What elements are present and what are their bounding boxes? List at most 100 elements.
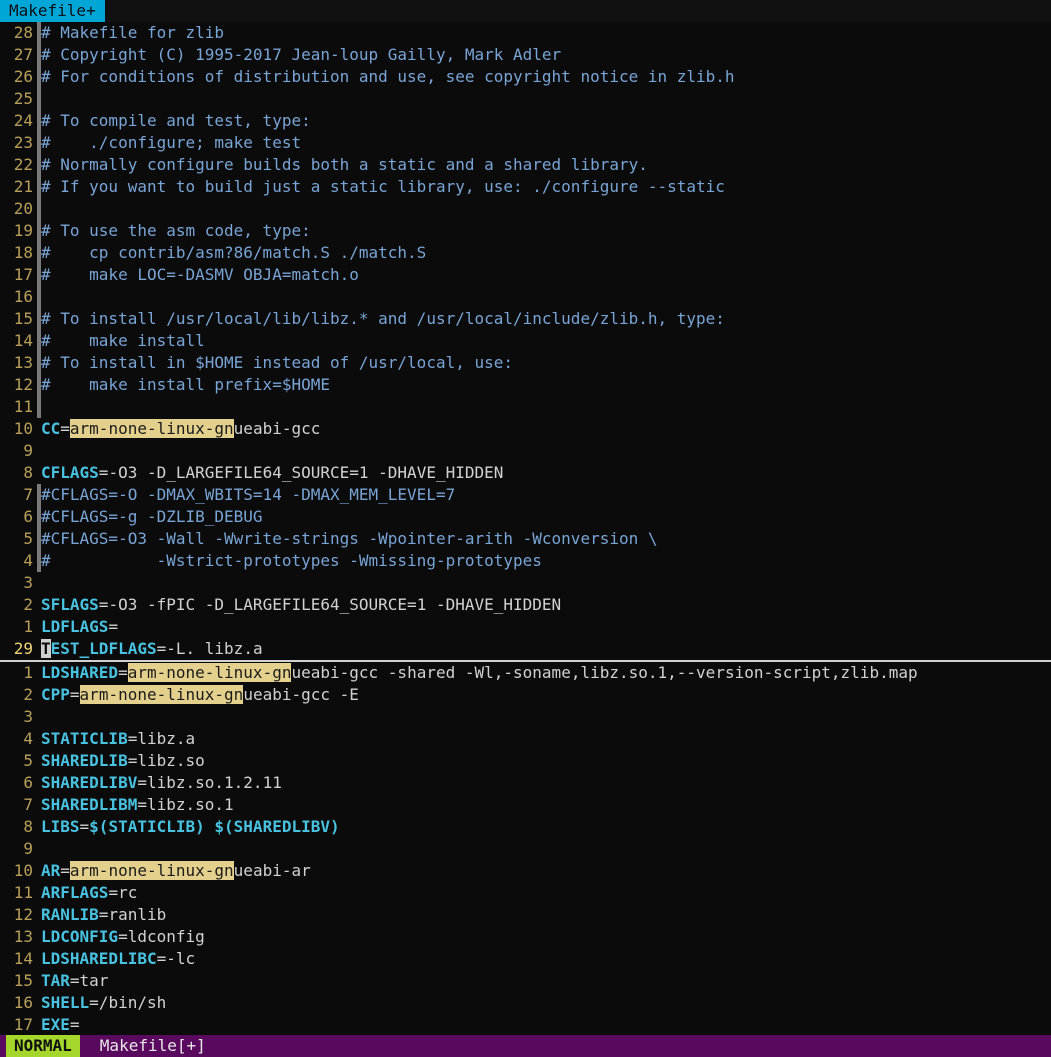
top-pane[interactable]: 28 # Makefile for zlib 27 # Copyright (C) 1… — [0, 22, 1051, 660]
line-text[interactable] — [41, 396, 1051, 418]
line-text[interactable]: #CFLAGS=-O -DMAX_WBITS=14 -DMAX_MEM_LEVE… — [41, 484, 1051, 506]
code-line[interactable]: 15 TAR=tar — [0, 970, 1051, 992]
line-text[interactable]: # To use the asm code, type: — [41, 220, 1051, 242]
editor[interactable]: 28 # Makefile for zlib 27 # Copyright (C) 1… — [0, 22, 1051, 1036]
code-line[interactable]: 1 LDSHARED=arm-none-linux-gnueabi-gcc -sh… — [0, 662, 1051, 684]
line-text[interactable]: TAR=tar — [41, 970, 1051, 992]
code-line[interactable]: 12 RANLIB=ranlib — [0, 904, 1051, 926]
line-text[interactable]: # If you want to build just a static lib… — [41, 176, 1051, 198]
code-line[interactable]: 15 # To install /usr/local/lib/libz.* and… — [0, 308, 1051, 330]
code-line[interactable]: 2 CPP=arm-none-linux-gnueabi-gcc -E — [0, 684, 1051, 706]
line-text[interactable]: STATICLIB=libz.a — [41, 728, 1051, 750]
code-line[interactable]: 13 LDCONFIG=ldconfig — [0, 926, 1051, 948]
line-text[interactable]: SHELL=/bin/sh — [41, 992, 1051, 1014]
code-line[interactable]: 16 — [0, 286, 1051, 308]
line-text[interactable]: # ./configure; make test — [41, 132, 1051, 154]
code-line[interactable]: 11 ARFLAGS=rc — [0, 882, 1051, 904]
line-text[interactable]: #CFLAGS=-O3 -Wall -Wwrite-strings -Wpoin… — [41, 528, 1051, 550]
value-text: ueabi-gcc — [233, 419, 321, 438]
code-line[interactable]: 7 SHAREDLIBM=libz.so.1 — [0, 794, 1051, 816]
code-line[interactable]: 10 CC=arm-none-linux-gnueabi-gcc — [0, 418, 1051, 440]
line-text[interactable]: # Makefile for zlib — [41, 22, 1051, 44]
line-text[interactable]: #CFLAGS=-g -DZLIB_DEBUG — [41, 506, 1051, 528]
line-text[interactable]: # To install /usr/local/lib/libz.* and /… — [41, 308, 1051, 330]
line-text[interactable]: RANLIB=ranlib — [41, 904, 1051, 926]
line-text[interactable] — [41, 88, 1051, 110]
line-text[interactable]: # make LOC=-DASMV OBJA=match.o — [41, 264, 1051, 286]
line-text[interactable]: LDFLAGS= — [41, 616, 1051, 638]
line-text[interactable]: CFLAGS=-O3 -D_LARGEFILE64_SOURCE=1 -DHAV… — [41, 462, 1051, 484]
code-line[interactable]: 11 — [0, 396, 1051, 418]
code-line[interactable]: 3 — [0, 706, 1051, 728]
line-text[interactable]: SHAREDLIBV=libz.so.1.2.11 — [41, 772, 1051, 794]
line-text[interactable]: # -Wstrict-prototypes -Wmissing-prototyp… — [41, 550, 1051, 572]
code-line[interactable]: 9 — [0, 838, 1051, 860]
code-line[interactable]: 29 TEST_LDFLAGS=-L. libz.a — [0, 638, 1051, 660]
search-highlight: arm-none-linux-gn — [69, 861, 234, 880]
line-text[interactable]: LDSHAREDLIBC=-lc — [41, 948, 1051, 970]
code-line[interactable]: 20 — [0, 198, 1051, 220]
line-text[interactable] — [41, 838, 1051, 860]
line-text[interactable]: LDCONFIG=ldconfig — [41, 926, 1051, 948]
line-text[interactable]: # For conditions of distribution and use… — [41, 66, 1051, 88]
search-highlight: arm-none-linux-gn — [127, 663, 292, 682]
line-text[interactable]: SHAREDLIBM=libz.so.1 — [41, 794, 1051, 816]
line-text[interactable]: # Normally configure builds both a stati… — [41, 154, 1051, 176]
code-line[interactable]: 25 — [0, 88, 1051, 110]
code-line[interactable]: 1 LDFLAGS= — [0, 616, 1051, 638]
line-text[interactable]: # make install prefix=$HOME — [41, 374, 1051, 396]
code-line[interactable]: 14 LDSHAREDLIBC=-lc — [0, 948, 1051, 970]
line-text[interactable]: AR=arm-none-linux-gnueabi-ar — [41, 860, 1051, 882]
code-line[interactable]: 5 SHAREDLIB=libz.so — [0, 750, 1051, 772]
line-text[interactable]: LIBS=$(STATICLIB) $(SHAREDLIBV) — [41, 816, 1051, 838]
line-text[interactable] — [41, 706, 1051, 728]
code-line[interactable]: 14 # make install — [0, 330, 1051, 352]
code-line[interactable]: 2 SFLAGS=-O3 -fPIC -D_LARGEFILE64_SOURCE=… — [0, 594, 1051, 616]
line-text[interactable]: CC=arm-none-linux-gnueabi-gcc — [41, 418, 1051, 440]
code-line[interactable]: 3 — [0, 572, 1051, 594]
code-line[interactable]: 28 # Makefile for zlib — [0, 22, 1051, 44]
code-line[interactable]: 16 SHELL=/bin/sh — [0, 992, 1051, 1014]
code-line[interactable]: 9 — [0, 440, 1051, 462]
code-line[interactable]: 6 SHAREDLIBV=libz.so.1.2.11 — [0, 772, 1051, 794]
line-text[interactable] — [41, 440, 1051, 462]
code-line[interactable]: 22 # Normally configure builds both a sta… — [0, 154, 1051, 176]
code-line[interactable]: 26 # For conditions of distribution and u… — [0, 66, 1051, 88]
line-text[interactable]: # To install in $HOME instead of /usr/lo… — [41, 352, 1051, 374]
code-line[interactable]: 4 # -Wstrict-prototypes -Wmissing-prototy… — [0, 550, 1051, 572]
code-line[interactable]: 23 # ./configure; make test — [0, 132, 1051, 154]
line-text[interactable]: # cp contrib/asm?86/match.S ./match.S — [41, 242, 1051, 264]
code-line[interactable]: 19 # To use the asm code, type: — [0, 220, 1051, 242]
tab-makefile[interactable]: Makefile+ — [0, 0, 105, 22]
line-text[interactable] — [41, 572, 1051, 594]
code-line[interactable]: 18 # cp contrib/asm?86/match.S ./match.S — [0, 242, 1051, 264]
line-number: 8 — [23, 463, 33, 482]
bottom-pane[interactable]: 1 LDSHARED=arm-none-linux-gnueabi-gcc -sh… — [0, 662, 1051, 1036]
code-line[interactable]: 27 # Copyright (C) 1995-2017 Jean-loup Ga… — [0, 44, 1051, 66]
code-line[interactable]: 10 AR=arm-none-linux-gnueabi-ar — [0, 860, 1051, 882]
code-line[interactable]: 7 #CFLAGS=-O -DMAX_WBITS=14 -DMAX_MEM_LEV… — [0, 484, 1051, 506]
line-text[interactable]: # Copyright (C) 1995-2017 Jean-loup Gail… — [41, 44, 1051, 66]
code-line[interactable]: 8 LIBS=$(STATICLIB) $(SHAREDLIBV) — [0, 816, 1051, 838]
line-text[interactable]: # To compile and test, type: — [41, 110, 1051, 132]
code-line[interactable]: 24 # To compile and test, type: — [0, 110, 1051, 132]
code-line[interactable]: 17 EXE= — [0, 1014, 1051, 1036]
code-line[interactable]: 17 # make LOC=-DASMV OBJA=match.o — [0, 264, 1051, 286]
code-line[interactable]: 4 STATICLIB=libz.a — [0, 728, 1051, 750]
code-line[interactable]: 13 # To install in $HOME instead of /usr/… — [0, 352, 1051, 374]
code-line[interactable]: 6 #CFLAGS=-g -DZLIB_DEBUG — [0, 506, 1051, 528]
line-text[interactable] — [41, 198, 1051, 220]
code-line[interactable]: 21 # If you want to build just a static l… — [0, 176, 1051, 198]
line-text[interactable]: SHAREDLIB=libz.so — [41, 750, 1051, 772]
code-line[interactable]: 5 #CFLAGS=-O3 -Wall -Wwrite-strings -Wpoi… — [0, 528, 1051, 550]
code-line[interactable]: 8 CFLAGS=-O3 -D_LARGEFILE64_SOURCE=1 -DHA… — [0, 462, 1051, 484]
line-text[interactable]: CPP=arm-none-linux-gnueabi-gcc -E — [41, 684, 1051, 706]
line-text[interactable]: TEST_LDFLAGS=-L. libz.a — [41, 638, 1051, 660]
line-text[interactable]: # make install — [41, 330, 1051, 352]
line-text[interactable] — [41, 286, 1051, 308]
line-text[interactable]: SFLAGS=-O3 -fPIC -D_LARGEFILE64_SOURCE=1… — [41, 594, 1051, 616]
code-line[interactable]: 12 # make install prefix=$HOME — [0, 374, 1051, 396]
line-text[interactable]: EXE= — [41, 1014, 1051, 1036]
line-text[interactable]: ARFLAGS=rc — [41, 882, 1051, 904]
line-text[interactable]: LDSHARED=arm-none-linux-gnueabi-gcc -sha… — [41, 662, 1051, 684]
